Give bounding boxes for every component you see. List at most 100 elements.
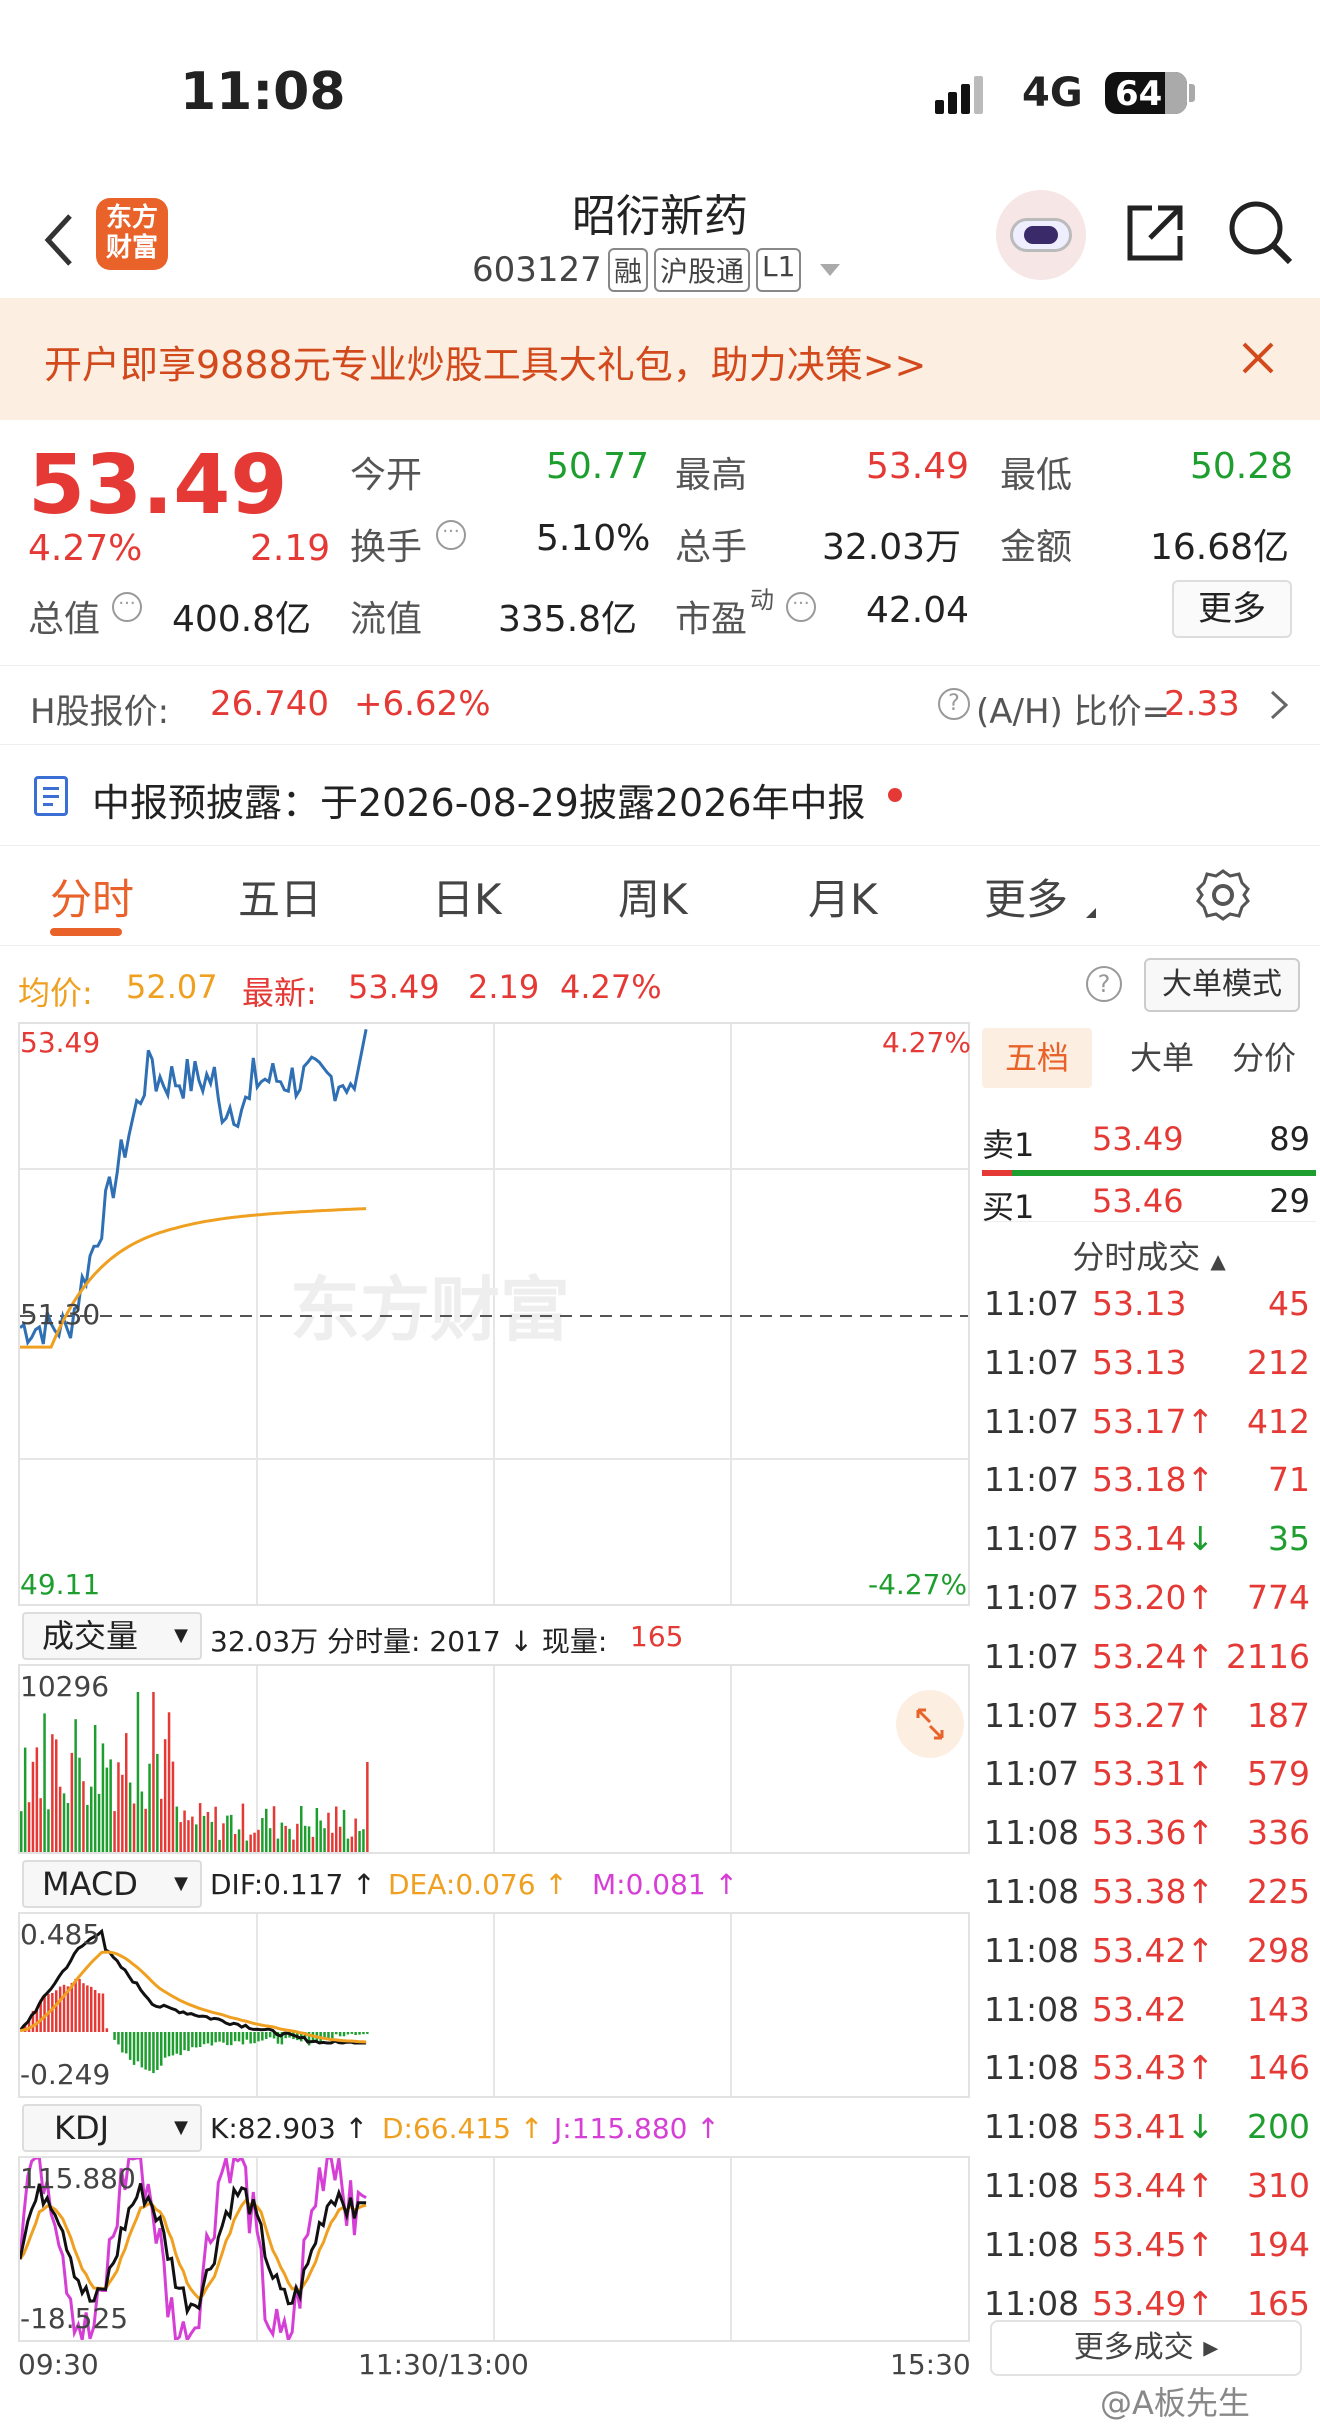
volume-bar [148,1763,151,1852]
macd-header: MACD ▼ DIF:0.117 ↑ DEA:0.076 ↑ M:0.081 ↑ [18,1856,970,1912]
macd-bar [331,2032,334,2039]
side-tab-price-dist[interactable]: 分价 [1214,1028,1314,1088]
volume-chart[interactable]: 10296 [18,1664,970,1854]
value-amount: 16.68亿 [1150,527,1290,568]
volume-bar [346,1838,350,1852]
macd-bar [210,2032,214,2046]
big-order-mode-button[interactable]: 大单模式 [1144,958,1300,1012]
chart-tabs: 分时 五日 日K 周K 月K 更多 [0,846,1320,946]
side-tab-five-level[interactable]: 五档 [982,1028,1092,1088]
volume-max: 10296 [20,1670,110,1703]
macd-bar [198,2032,202,2047]
volume-bar [35,1747,39,1852]
robot-avatar-icon[interactable] [996,190,1086,280]
close-icon[interactable] [1240,340,1276,376]
macd-bar [171,2032,175,2056]
tab-intraday[interactable]: 分时 [50,866,134,927]
trade-price: 53.31↑ [1092,1754,1215,1794]
volume-bar [51,1734,54,1852]
macd-bar [366,2032,369,2034]
macd-bar [187,2032,190,2051]
volume-bar [183,1810,186,1852]
report-notice[interactable]: 中报预披露：于2026-08-29披露2026年中报 [0,746,1320,846]
macd-bar [62,1984,66,2032]
volume-bar [136,1692,140,1852]
time-end: 15:30 [890,2348,971,2381]
trade-row: 11:07 53.13 212 [984,1343,1314,1401]
network-label: 4G [1022,70,1083,116]
tab-weekly-k[interactable]: 周K [618,866,688,927]
volume-bar [303,1825,307,1852]
kdj-j: J:115.880 ↑ [554,2112,720,2145]
volume-select[interactable]: 成交量 ▼ [22,1612,202,1660]
volume-bar [47,1809,50,1852]
kdj-select[interactable]: KDJ ▼ [22,2104,202,2152]
volume-bar [128,1782,132,1852]
macd-bar [82,1983,85,2032]
axis-top-price: 53.49 [20,1026,101,1059]
h-share-row[interactable]: H股报价: 26.740 +6.62% ? (A/H) 比价= 2.33 [0,665,1320,745]
volume-bar [27,1802,31,1852]
help-icon[interactable]: ? [938,688,970,720]
unread-dot [888,788,902,802]
latest-pct: 4.27% [560,968,662,1006]
volume-bar [272,1806,276,1852]
caret-icon [1086,908,1096,918]
volume-bar [171,1761,175,1852]
trade-volume: 336 [1247,1813,1310,1853]
trade-time: 11:07 [984,1401,1080,1441]
settings-icon[interactable] [1196,868,1250,922]
volume-bar [237,1829,241,1852]
macd-bar [132,2032,136,2065]
volume-bar [362,1829,365,1852]
side-tab-big-order[interactable]: 大单 [1112,1028,1212,1088]
macd-bar [105,2028,109,2032]
trade-volume: 194 [1247,2224,1310,2264]
time-axis: 09:30 11:30/13:00 15:30 [18,2344,971,2388]
trade-row: 11:07 53.27↑ 187 [984,1696,1314,1754]
tab-daily-k[interactable]: 日K [432,866,502,927]
trade-volume: 146 [1247,2048,1310,2088]
volume-bar [132,1803,136,1852]
help-icon[interactable]: ? [1086,966,1122,1002]
info-icon[interactable]: ··· [786,592,816,622]
stock-tags: 融 沪股通 L1 [608,248,802,292]
more-trades-button[interactable]: 更多成交 ▸ [990,2320,1302,2376]
macd-chart[interactable]: 0.485 -0.249 [18,1912,970,2098]
macd-bar [152,2032,155,2074]
tab-five-day[interactable]: 五日 [238,866,322,927]
expand-icon[interactable] [896,1690,964,1758]
trade-time: 11:08 [984,2107,1080,2147]
time-start: 09:30 [18,2348,99,2381]
dropdown-icon[interactable] [820,264,840,276]
volume-bar [230,1814,233,1852]
volume-bar [319,1820,322,1852]
kdj-chart[interactable]: 115.880 -18.525 [18,2156,970,2342]
trade-row: 11:07 53.20↑ 774 [984,1578,1314,1636]
macd-bar [97,1993,101,2032]
value-float-cap: 335.8亿 [498,599,638,640]
volume-bar [311,1836,315,1852]
volume-bar [265,1808,268,1852]
search-icon[interactable] [1226,198,1296,268]
promo-text[interactable]: 开户即享9888元专业炒股工具大礼包，助力决策>> [44,334,926,389]
price-chart[interactable]: 东方财富 53.49 51.30 49.11 4.27% -4.27% [18,1022,971,1606]
macd-max: 0.485 [20,1918,101,1951]
info-icon[interactable]: ··· [112,592,142,622]
tab-monthly-k[interactable]: 月K [808,866,878,927]
macd-bar [55,1990,58,2032]
macd-select[interactable]: MACD ▼ [22,1860,202,1908]
info-icon[interactable]: ··· [436,520,466,550]
volume-bar [156,1753,159,1852]
buy-1-price: 53.46 [1092,1182,1184,1220]
chevron-right-icon[interactable] [1268,688,1290,722]
notice-text[interactable]: 中报预披露：于2026-08-29披露2026年中报 [92,772,866,827]
promo-banner[interactable]: 开户即享9888元专业炒股工具大礼包，助力决策>> [0,298,1320,420]
tab-more[interactable]: 更多 [984,866,1068,927]
share-icon[interactable] [1122,200,1188,266]
document-icon [34,776,68,816]
trade-time: 11:08 [984,2224,1080,2264]
volume-text: 32.03万 分时量: 2017 ↓ 现量: [210,1625,608,1658]
more-button[interactable]: 更多 [1172,580,1292,638]
volume-header: 成交量 ▼ 32.03万 分时量: 2017 ↓ 现量: 165 [18,1608,970,1664]
